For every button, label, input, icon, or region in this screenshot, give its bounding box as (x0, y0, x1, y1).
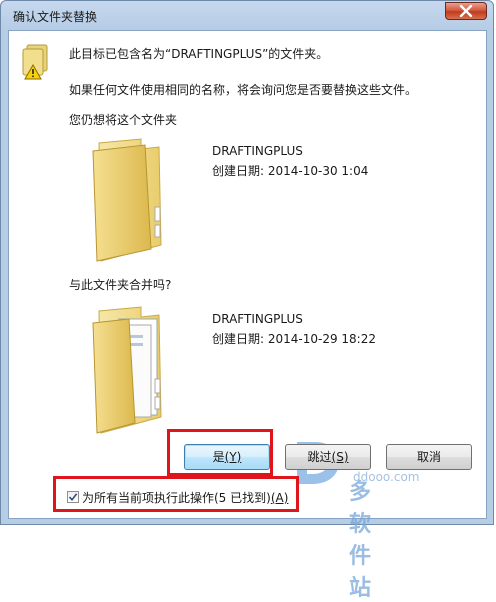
source-folder-name: DRAFTINGPLUS (212, 312, 303, 326)
skip-button-key: (S) (331, 450, 349, 464)
source-folder-icon (92, 306, 162, 434)
watermark-url: ddooo.com (353, 470, 420, 484)
skip-button[interactable]: 跳过(S) (285, 444, 371, 470)
message-line-3: 您仍想将这个文件夹 (69, 113, 178, 127)
message-line-2: 如果任何文件使用相同的名称，将会询问您是否要替换这些文件。 (69, 83, 418, 97)
close-button[interactable] (445, 2, 487, 20)
merge-question: 与此文件夹合并吗? (69, 278, 172, 292)
highlight-box-apply-all (53, 476, 299, 512)
message-line-1: 此目标已包含名为“DRAFTINGPLUS”的文件夹。 (69, 47, 329, 61)
target-folder-date: 创建日期: 2014-10-30 1:04 (212, 164, 369, 178)
source-folder-date: 创建日期: 2014-10-29 18:22 (212, 332, 376, 346)
target-folder-icon (92, 138, 162, 262)
window-title: 确认文件夹替换 (13, 10, 98, 24)
target-folder-name: DRAFTINGPLUS (212, 144, 303, 158)
cancel-button[interactable]: 取消 (386, 444, 472, 470)
close-icon (459, 5, 473, 17)
cancel-button-label: 取消 (416, 450, 441, 464)
folder-warning-icon (22, 44, 48, 80)
title-bar[interactable]: 确认文件夹替换 (1, 1, 493, 31)
skip-button-label: 跳过 (307, 450, 332, 464)
highlight-box-yes (167, 429, 273, 476)
